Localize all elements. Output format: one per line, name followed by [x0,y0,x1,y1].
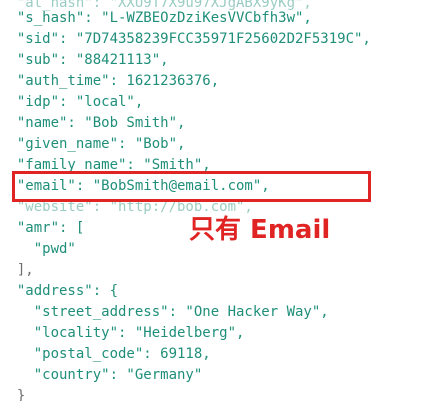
code-line: "name": "Bob Smith", [0,115,186,131]
code-line: "idp": "local", [0,94,144,110]
code-line: } [0,388,26,401]
code-line: "s_hash": "L-WZBEOzDziKesVVCbfh3w", [0,10,312,26]
code-line: "amr": [ [0,220,85,236]
annotation-label: 只有 Email [189,215,331,245]
code-line: "locality": "Heidelberg", [0,325,245,341]
code-line: "pwd" [0,241,76,257]
code-line: "address": { [0,283,119,299]
code-line: "postal_code": 69118, [0,346,211,362]
email-highlight-box [12,171,371,202]
code-line: "auth_time": 1621236376, [0,73,220,89]
code-line: "sub": "88421113", [0,52,169,68]
code-line: "street_address": "One Hacker Way", [0,304,329,320]
code-line: "sid": "7D74358239FCC35971F25602D2F5319C… [0,31,371,47]
code-line: "given_name": "Bob", [0,136,186,152]
code-line: "country": "Germany" [0,367,203,383]
code-line: ], [0,262,34,278]
